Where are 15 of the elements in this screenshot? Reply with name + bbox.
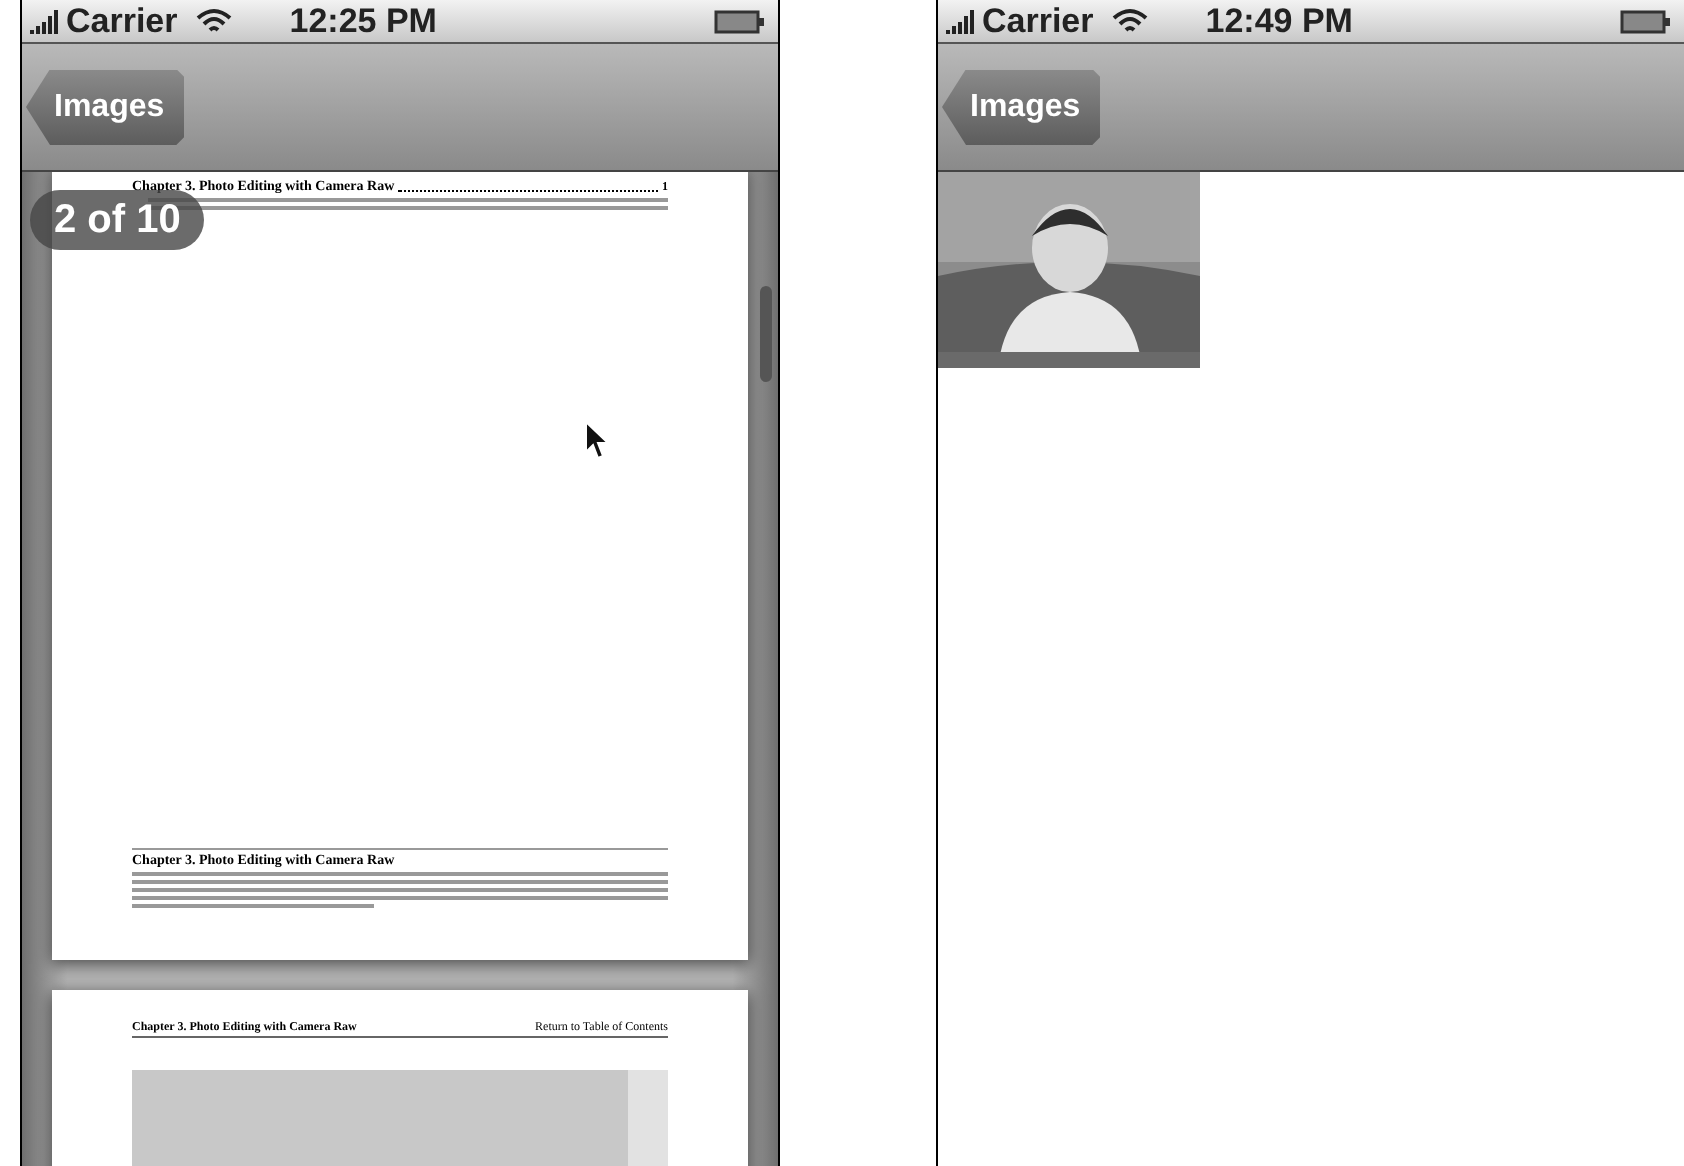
battery-icon (714, 9, 766, 33)
carrier-label: Carrier (982, 4, 1094, 38)
signal-icon (946, 9, 978, 33)
back-button[interactable]: Images (26, 69, 185, 145)
clock-label: 12:49 PM (1205, 4, 1353, 38)
signal-icon (30, 9, 62, 33)
scroll-bar (760, 286, 772, 382)
wifi-icon (1109, 7, 1150, 35)
battery-icon (1620, 9, 1672, 33)
wifi-icon (193, 7, 234, 35)
back-button[interactable]: Images (942, 69, 1101, 145)
carrier-label: Carrier (66, 4, 178, 38)
mouse-pointer-icon (584, 420, 610, 460)
page-badge: 2 of 10 (30, 190, 205, 250)
clock-label: 12:25 PM (289, 4, 437, 38)
